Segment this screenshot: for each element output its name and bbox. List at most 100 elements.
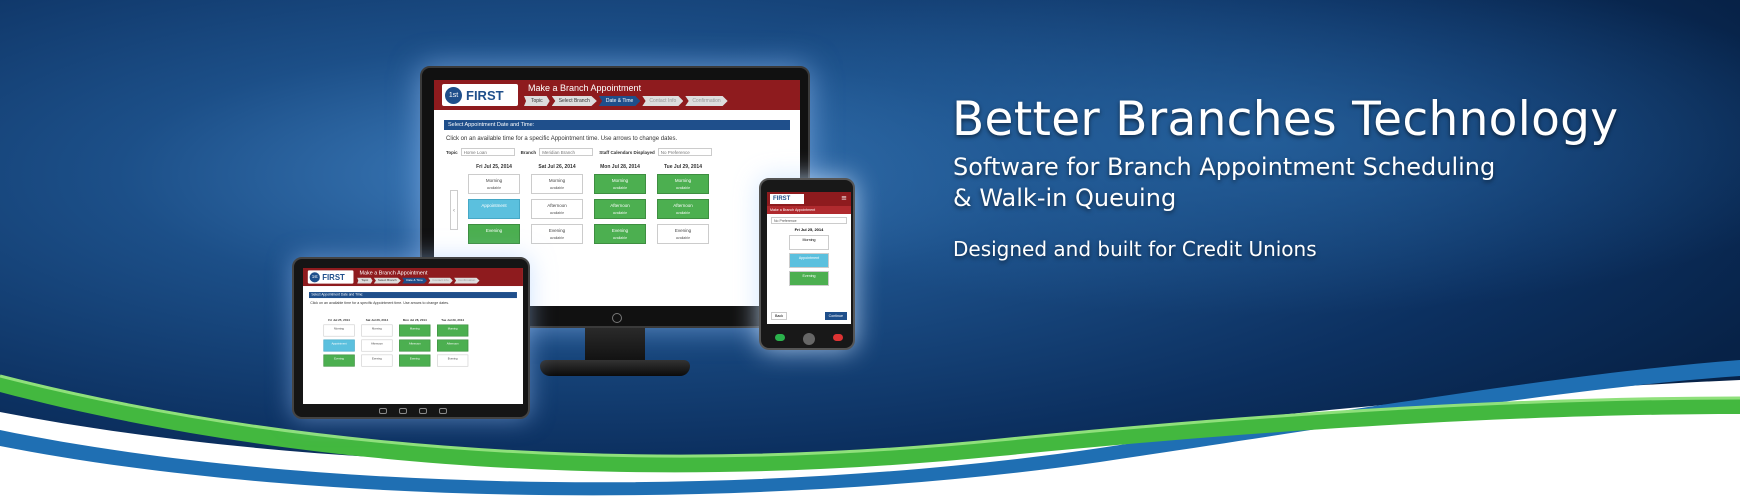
time-slot[interactable]: Morning: [437, 324, 469, 337]
tablet-mockup: 1st FIRST Make a Branch Appointment Topi…: [292, 257, 530, 419]
day-column: Fri Jul 25, 2014 Morning available Appoin…: [468, 164, 520, 249]
tablet-screen: 1st FIRST Make a Branch Appointment Topi…: [303, 268, 523, 404]
day-date: Tue Jul 29, 2014: [441, 318, 465, 323]
time-slot[interactable]: Morning: [361, 324, 393, 337]
time-slot[interactable]: Afternoon available: [657, 199, 709, 219]
slot-label: Morning: [548, 178, 566, 183]
day-date: Sat Jul 26, 2014: [538, 164, 576, 170]
time-slot[interactable]: Afternoon available: [531, 199, 583, 219]
app-header: 1st FIRST Make a Branch Appointment Topi…: [303, 268, 523, 287]
time-slot[interactable]: Morning available: [468, 174, 520, 194]
phone-app-title: Make a Branch Appointment: [767, 206, 851, 214]
panel-title: Select Appointment Date and Time:: [444, 120, 790, 130]
time-slot-selected[interactable]: Appointment: [323, 339, 355, 352]
prev-dates-arrow[interactable]: ‹: [450, 190, 458, 230]
slot-label: Evening: [548, 228, 566, 233]
app-title: Make a Branch Appointment: [359, 269, 428, 276]
day-columns: Fri Jul 25, 2014 Morning available Appoin…: [468, 164, 720, 249]
time-slot[interactable]: Evening available: [657, 224, 709, 244]
filter-row: Topic Home Loan Branch Meridian Branch S…: [446, 148, 718, 156]
first-logo: FIRST: [770, 194, 804, 204]
staff-select[interactable]: No Preference: [771, 217, 847, 224]
day-column: Fri Jul 25, 2014 Morning Appointment Eve…: [323, 318, 355, 369]
time-slot[interactable]: Morning available: [657, 174, 709, 194]
step-contact-info: Contact Info: [642, 96, 684, 106]
back-button[interactable]: Back: [771, 312, 787, 320]
branch-field[interactable]: Meridian Branch: [539, 148, 594, 156]
time-slot[interactable]: Afternoon: [399, 339, 431, 352]
slot-label: Afternoon: [408, 341, 421, 345]
slot-label: Morning: [334, 326, 344, 330]
slot-label: Morning: [485, 178, 503, 183]
day-date: Fri Jul 25, 2014: [328, 318, 350, 323]
phone-screen: FIRST ≡ Make a Branch Appointment No Pre…: [767, 192, 851, 324]
monitor-stand-base: [540, 360, 690, 376]
time-slot[interactable]: Evening available: [594, 224, 646, 244]
power-button-icon: [612, 313, 622, 323]
staff-select[interactable]: No Preference: [657, 148, 712, 156]
time-slot-selected[interactable]: Appointment: [468, 199, 520, 219]
slot-label: Afternoon: [610, 203, 630, 208]
slot-availability: available: [486, 186, 502, 190]
slot-label: Evening: [611, 228, 629, 233]
slot-label: Afternoon: [371, 341, 383, 345]
banner-background: [0, 0, 1740, 500]
app-header: 1st FIRST Make a Branch Appointment Topi…: [434, 80, 800, 110]
step-date-time[interactable]: Date & Time: [402, 277, 428, 284]
time-slot[interactable]: Evening available: [531, 224, 583, 244]
slot-label: Appointment: [481, 203, 507, 208]
step-topic[interactable]: Topic: [357, 277, 373, 284]
hamburger-menu-icon[interactable]: ≡: [841, 195, 847, 202]
day-date: Mon Jul 28, 2014: [600, 164, 640, 170]
time-slot[interactable]: Evening: [437, 354, 469, 367]
logo-badge: 1st: [309, 271, 320, 283]
step-select-branch[interactable]: Select Branch: [373, 277, 401, 284]
time-slot[interactable]: Evening: [361, 354, 393, 367]
time-slot[interactable]: Evening: [468, 224, 520, 244]
slot-label: Morning: [674, 178, 692, 183]
logo-badge: 1st: [445, 86, 462, 104]
time-slot[interactable]: Morning: [399, 324, 431, 337]
slot-label: Appointment: [331, 341, 347, 345]
slot-availability: available: [549, 236, 565, 240]
first-logo: 1st FIRST: [442, 84, 518, 106]
time-slot[interactable]: Evening: [323, 354, 355, 367]
slot-label: Morning: [447, 326, 458, 330]
slot-availability: available: [612, 186, 628, 190]
step-progress: Topic Select Branch Date & Time Contact …: [524, 96, 730, 106]
menu-icon: [439, 408, 447, 414]
instructions-text: Click on an available time for a specifi…: [446, 136, 678, 142]
time-slot[interactable]: Afternoon: [437, 339, 469, 352]
time-slot[interactable]: Morning available: [594, 174, 646, 194]
tablet-frame: 1st FIRST Make a Branch Appointment Topi…: [292, 257, 530, 419]
slot-label: Evening: [409, 356, 420, 360]
topic-label: Topic: [446, 149, 458, 155]
slot-label: Evening: [447, 356, 458, 360]
step-date-time[interactable]: Date & Time: [598, 96, 641, 106]
time-slot[interactable]: Morning available: [531, 174, 583, 194]
step-select-branch[interactable]: Select Branch: [551, 96, 597, 106]
time-slot[interactable]: Afternoon available: [594, 199, 646, 219]
tablet-button-bar: [379, 408, 447, 416]
time-slot[interactable]: Morning: [323, 324, 355, 337]
time-slot[interactable]: Evening: [789, 271, 829, 286]
step-topic[interactable]: Topic: [524, 96, 550, 106]
day-column: Mon Jul 28, 2014 Morning available Aftern…: [594, 164, 646, 249]
subheadline-line-1: Software for Branch Appointment Scheduli…: [953, 153, 1496, 181]
time-slot[interactable]: Afternoon: [361, 339, 393, 352]
topic-field[interactable]: Home Loan: [460, 148, 515, 156]
continue-button[interactable]: Continue: [824, 312, 847, 320]
slot-label: Evening: [334, 356, 344, 360]
time-slot[interactable]: Evening: [399, 354, 431, 367]
phone-app-footer: Back Continue: [771, 312, 847, 320]
call-icon: [775, 334, 785, 341]
phone-app-header: FIRST ≡: [767, 192, 851, 206]
slot-availability: available: [675, 211, 691, 215]
slot-label: Afternoon: [547, 203, 567, 208]
time-slot[interactable]: Morning: [789, 235, 829, 250]
time-slot-selected[interactable]: Appointment: [789, 253, 829, 268]
slot-availability: available: [549, 186, 565, 190]
slot-availability: available: [549, 211, 565, 215]
tagline: Designed and built for Credit Unions: [953, 237, 1317, 261]
appointment-app-tablet: 1st FIRST Make a Branch Appointment Topi…: [303, 268, 523, 404]
